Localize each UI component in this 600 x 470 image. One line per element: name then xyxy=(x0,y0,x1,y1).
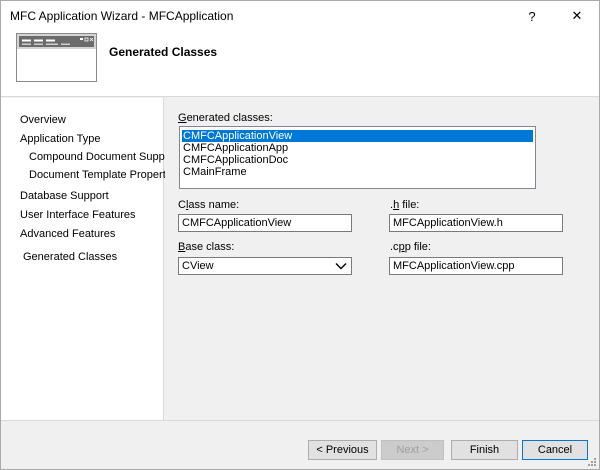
next-button[interactable]: Next > xyxy=(381,440,444,460)
nav-item-overview[interactable]: Overview xyxy=(20,114,66,126)
wizard-window: MFC Application Wizard - MFCApplication … xyxy=(0,0,600,470)
h-file-label: .h file: xyxy=(390,199,420,211)
base-class-label: Base class: xyxy=(178,241,235,253)
list-item[interactable]: CMFCApplicationView xyxy=(182,130,533,142)
base-class-value: CView xyxy=(182,260,214,272)
nav-item-advanced-features[interactable]: Advanced Features xyxy=(20,228,115,240)
previous-button[interactable]: < Previous xyxy=(308,440,377,460)
nav-item-application-type[interactable]: Application Type xyxy=(20,133,101,145)
base-class-select[interactable]: CView xyxy=(178,257,352,275)
nav-item-database-support[interactable]: Database Support xyxy=(20,190,109,202)
wizard-content: Generated classes: CMFCApplicationView C… xyxy=(165,98,599,420)
generated-classes-label: Generated classes: xyxy=(178,112,273,124)
chevron-down-icon xyxy=(335,263,347,270)
title-bar: MFC Application Wizard - MFCApplication … xyxy=(1,1,599,31)
list-item[interactable]: CMFCApplicationApp xyxy=(182,142,533,154)
nav-item-generated-classes[interactable]: Generated Classes xyxy=(23,251,117,263)
class-name-label: Class name: xyxy=(178,199,240,211)
page-title: Generated Classes xyxy=(109,45,218,59)
cancel-button[interactable]: Cancel xyxy=(522,440,588,460)
cpp-file-field[interactable]: MFCApplicationView.cpp xyxy=(389,257,563,275)
list-item[interactable]: CMFCApplicationDoc xyxy=(182,154,533,166)
list-item[interactable]: CMainFrame xyxy=(182,166,533,178)
help-icon: ? xyxy=(528,8,536,24)
window-title: MFC Application Wizard - MFCApplication xyxy=(10,9,234,23)
resize-grip-icon[interactable] xyxy=(587,457,597,467)
nav-item-compound-document-support[interactable]: Compound Document Support xyxy=(29,151,178,163)
generated-classes-listbox[interactable]: CMFCApplicationView CMFCApplicationApp C… xyxy=(179,126,536,189)
nav-item-document-template-properties[interactable]: Document Template Properties xyxy=(29,169,180,181)
help-button[interactable]: ? xyxy=(509,1,555,31)
wizard-footer: < Previous Next > Finish Cancel xyxy=(1,420,599,469)
wizard-nav: Overview Application Type Compound Docum… xyxy=(1,98,180,420)
class-name-field[interactable]: CMFCApplicationView xyxy=(178,214,352,232)
wizard-window-icon xyxy=(16,33,97,82)
cpp-file-label: .cpp file: xyxy=(390,241,431,253)
h-file-field[interactable]: MFCApplicationView.h xyxy=(389,214,563,232)
finish-button[interactable]: Finish xyxy=(451,440,518,460)
close-icon: ✕ xyxy=(571,8,583,23)
wizard-header: Generated Classes xyxy=(1,31,599,97)
nav-item-user-interface-features[interactable]: User Interface Features xyxy=(20,209,136,221)
close-button[interactable]: ✕ xyxy=(554,1,600,31)
